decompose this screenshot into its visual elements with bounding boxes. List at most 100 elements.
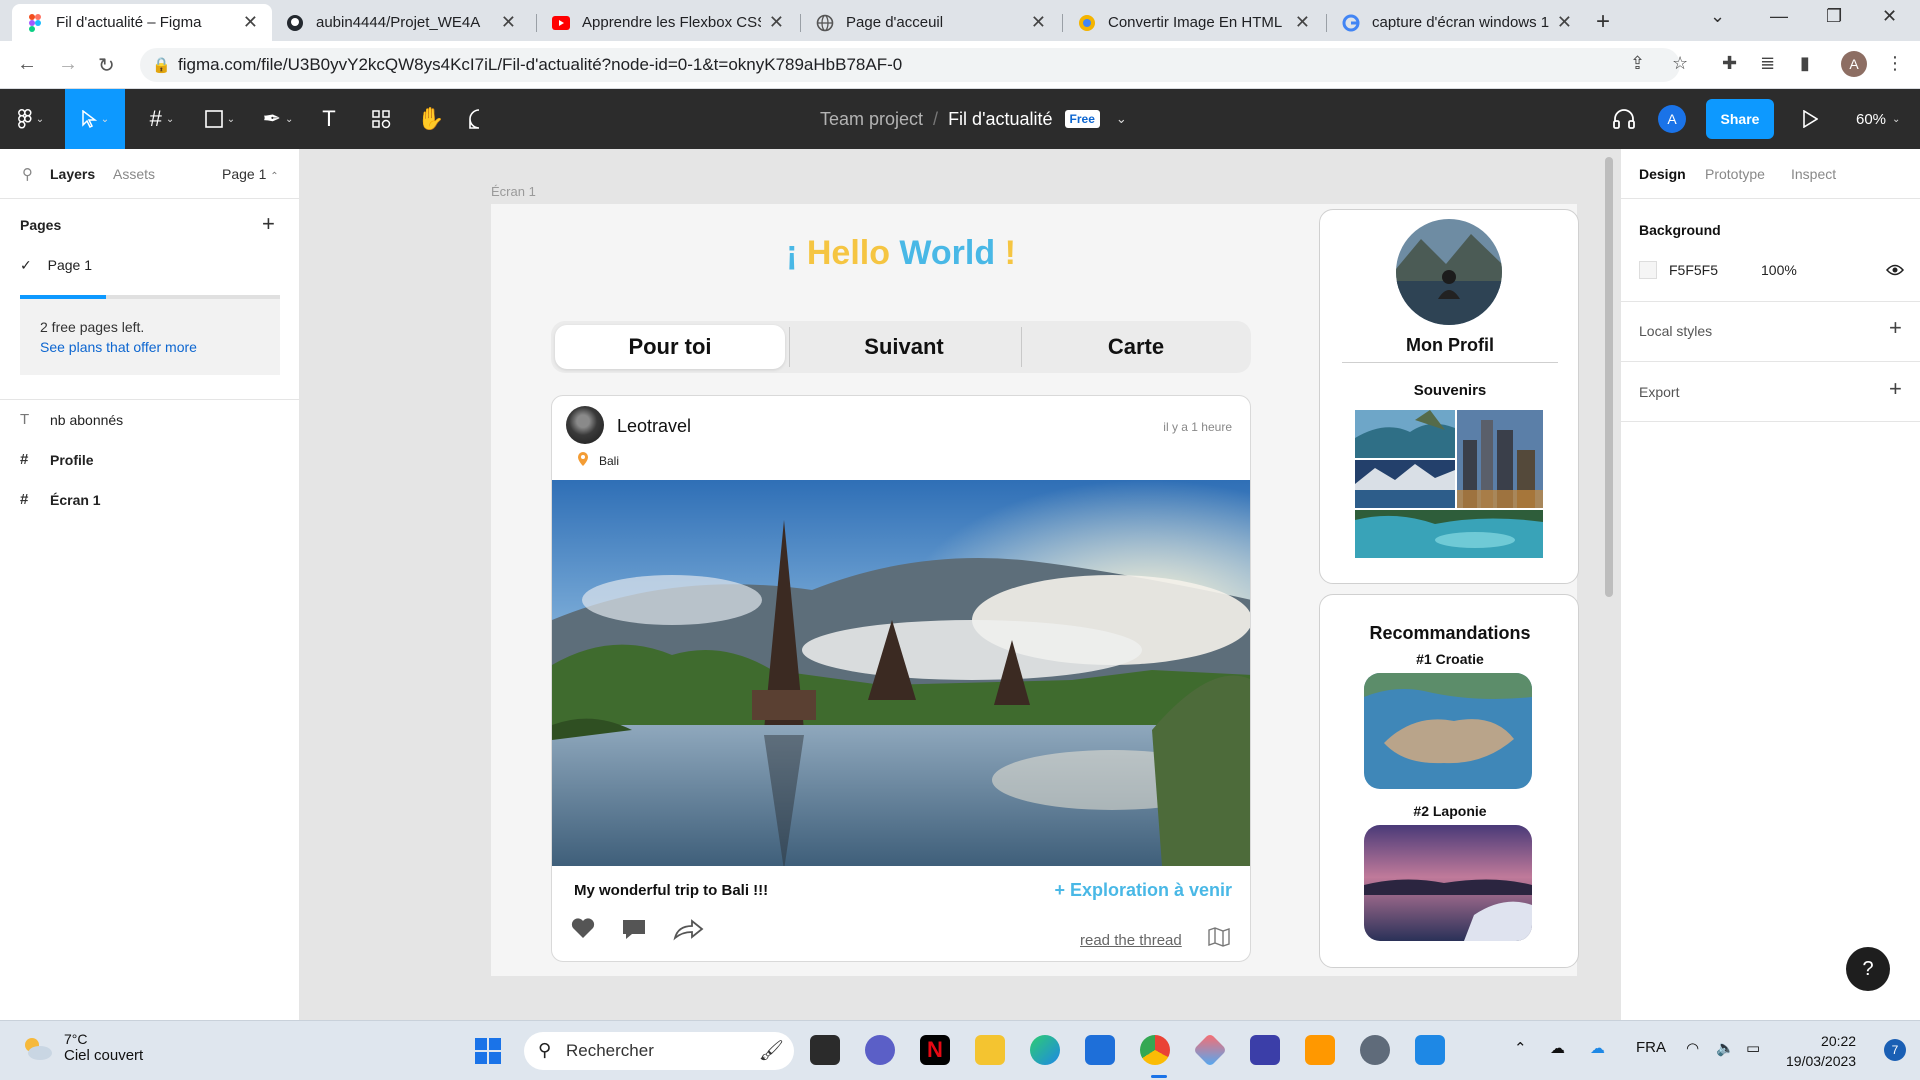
- minimize-icon[interactable]: —: [1770, 6, 1788, 27]
- close-window-icon[interactable]: ✕: [1882, 6, 1897, 27]
- audio-button[interactable]: [1612, 89, 1636, 149]
- file-explorer-icon[interactable]: [975, 1035, 1005, 1065]
- comment-icon[interactable]: [620, 916, 648, 942]
- layer-item[interactable]: # Profile: [20, 451, 94, 468]
- chevron-up-icon[interactable]: ⌃: [1514, 1039, 1527, 1057]
- design-canvas[interactable]: Écran 1 ¡ Hello World ! Pour toi Suivant…: [300, 149, 1620, 1020]
- store-icon[interactable]: [1085, 1035, 1115, 1065]
- extensions-icon[interactable]: ✚: [1722, 53, 1737, 74]
- add-style-icon[interactable]: +: [1889, 315, 1902, 341]
- tab-assets[interactable]: Assets: [113, 166, 155, 182]
- browser-menu-icon[interactable]: ⋮: [1886, 53, 1904, 74]
- resources-button[interactable]: [364, 89, 398, 149]
- souvenir-photo-lake[interactable]: [1355, 460, 1455, 508]
- browser-tab-figma[interactable]: Fil d'actualité – Figma ✕: [12, 4, 272, 41]
- lapland-photo[interactable]: [1364, 825, 1532, 941]
- close-tab-icon[interactable]: ✕: [501, 12, 516, 33]
- layer-item[interactable]: # Écran 1: [20, 491, 101, 508]
- battery-icon[interactable]: ▭: [1746, 1039, 1760, 1057]
- vscode-icon[interactable]: [1415, 1035, 1445, 1065]
- side-panel-icon[interactable]: ▮: [1800, 53, 1810, 74]
- souvenir-photo-bay[interactable]: [1355, 510, 1543, 558]
- media-icon[interactable]: ≣: [1760, 53, 1775, 74]
- chrome-icon[interactable]: [1140, 1035, 1170, 1065]
- profile-avatar-photo[interactable]: [1396, 219, 1502, 325]
- croatia-photo[interactable]: [1364, 673, 1532, 789]
- taskbar-clock[interactable]: 20:22 19/03/2023: [1786, 1031, 1856, 1071]
- close-tab-icon[interactable]: ✕: [243, 12, 258, 33]
- settings-gear-icon[interactable]: [1360, 1035, 1390, 1065]
- task-view-icon[interactable]: [810, 1035, 840, 1065]
- tab-suivant[interactable]: Suivant: [789, 325, 1019, 369]
- zoom-menu[interactable]: 60% ⌄: [1856, 89, 1900, 149]
- bookmark-star-icon[interactable]: ☆: [1672, 53, 1688, 74]
- map-icon[interactable]: [1207, 926, 1231, 948]
- frame-tool-button[interactable]: # ⌄: [138, 89, 186, 149]
- search-icon[interactable]: ⚲: [22, 165, 33, 183]
- uplay-icon[interactable]: [1250, 1035, 1280, 1065]
- volume-icon[interactable]: 🔈: [1716, 1039, 1735, 1057]
- present-button[interactable]: [1802, 89, 1818, 149]
- move-tool-button[interactable]: ⌄: [65, 89, 125, 149]
- add-page-icon[interactable]: +: [262, 211, 275, 237]
- back-icon[interactable]: ←: [17, 53, 37, 76]
- windows-start-icon[interactable]: [475, 1038, 501, 1064]
- background-hex[interactable]: F5F5F5: [1669, 262, 1718, 278]
- layer-item[interactable]: T nb abonnés: [20, 411, 123, 428]
- browser-tab-github[interactable]: aubin4444/Projet_WE4A ✕: [272, 4, 530, 41]
- souvenir-photo-city[interactable]: [1457, 410, 1543, 508]
- onedrive-cloud-icon[interactable]: ☁: [1550, 1039, 1565, 1057]
- eye-icon[interactable]: [1886, 263, 1904, 277]
- netflix-icon[interactable]: N: [920, 1035, 950, 1065]
- notification-badge[interactable]: 7: [1884, 1039, 1906, 1061]
- taskbar-search[interactable]: ⚲ Rechercher 🖌: [524, 1032, 794, 1070]
- url-input[interactable]: 🔒 figma.com/file/U3B0yvY2kcQW8ys4KcI7iL/…: [140, 48, 1680, 82]
- forward-icon[interactable]: →: [58, 53, 78, 76]
- tab-inspect[interactable]: Inspect: [1791, 166, 1836, 182]
- tab-pour-toi[interactable]: Pour toi: [555, 325, 785, 369]
- background-swatch[interactable]: [1639, 261, 1657, 279]
- browser-tab-youtube[interactable]: Apprendre les Flexbox CSS ✕: [538, 4, 798, 41]
- frame-label[interactable]: Écran 1: [491, 184, 536, 199]
- close-tab-icon[interactable]: ✕: [1031, 12, 1046, 33]
- screen-frame[interactable]: ¡ Hello World ! Pour toi Suivant Carte L…: [491, 204, 1579, 976]
- close-tab-icon[interactable]: ✕: [1295, 12, 1310, 33]
- tab-layers[interactable]: Layers: [50, 166, 95, 182]
- browser-tab-home[interactable]: Page d'acceuil ✕: [802, 4, 1060, 41]
- language-indicator[interactable]: FRA: [1636, 1039, 1666, 1056]
- pen-tool-button[interactable]: ✒ ⌄: [254, 89, 302, 149]
- tab-search-icon[interactable]: ⌄: [1710, 6, 1725, 27]
- canvas-scrollbar[interactable]: [1605, 157, 1613, 597]
- tab-carte[interactable]: Carte: [1021, 325, 1251, 369]
- share-button[interactable]: Share: [1706, 99, 1774, 139]
- help-button[interactable]: ?: [1846, 947, 1890, 991]
- comment-tool-button[interactable]: [462, 89, 496, 149]
- reload-icon[interactable]: ↻: [98, 53, 115, 78]
- close-tab-icon[interactable]: ✕: [1557, 12, 1572, 33]
- edge-icon[interactable]: [1030, 1035, 1060, 1065]
- teams-chat-icon[interactable]: [865, 1035, 895, 1065]
- file-name[interactable]: Fil d'actualité: [948, 109, 1052, 130]
- page-selector[interactable]: Page 1 ⌃: [222, 166, 279, 182]
- tab-prototype[interactable]: Prototype: [1705, 166, 1765, 182]
- new-tab-button[interactable]: +: [1596, 8, 1610, 36]
- maximize-icon[interactable]: ❐: [1826, 6, 1842, 27]
- text-tool-button[interactable]: T: [314, 89, 344, 149]
- figma-app-icon[interactable]: [1193, 1033, 1227, 1067]
- chevron-down-icon[interactable]: ⌄: [1116, 111, 1127, 127]
- souvenir-photo-coast[interactable]: [1355, 410, 1455, 458]
- hand-tool-button[interactable]: ✋: [414, 89, 448, 149]
- shape-tool-button[interactable]: ⌄: [196, 89, 244, 149]
- browser-profile-avatar[interactable]: A: [1841, 51, 1867, 77]
- heart-icon[interactable]: [570, 916, 596, 940]
- browser-tab-convert[interactable]: Convertir Image En HTML E ✕: [1064, 4, 1324, 41]
- post-username[interactable]: Leotravel: [617, 416, 691, 437]
- close-tab-icon[interactable]: ✕: [769, 12, 784, 33]
- tab-design[interactable]: Design: [1639, 166, 1686, 182]
- browser-tab-google[interactable]: capture d'écran windows 1 ✕: [1328, 4, 1586, 41]
- main-menu-button[interactable]: ⌄: [8, 89, 54, 149]
- share-page-icon[interactable]: ⇪: [1630, 53, 1645, 74]
- add-export-icon[interactable]: +: [1889, 376, 1902, 402]
- sublime-text-icon[interactable]: [1305, 1035, 1335, 1065]
- sync-cloud-icon[interactable]: ☁: [1590, 1039, 1605, 1057]
